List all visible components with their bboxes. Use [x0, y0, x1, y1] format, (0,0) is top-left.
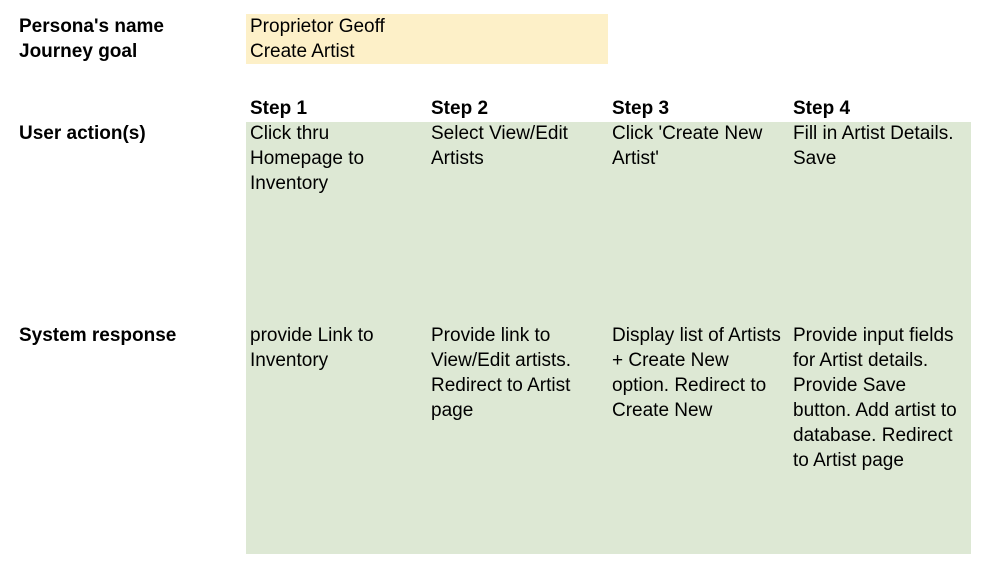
- step-3-system-response: Display list of Artists + Create New opt…: [612, 325, 781, 421]
- journey-goal-value: Create Artist: [250, 41, 355, 62]
- user-action-row-label: User action(s): [19, 123, 146, 144]
- step-2-user-action: Select View/Edit Artists: [431, 123, 568, 169]
- step-2-system-response: Provide link to View/Edit artists. Redir…: [431, 325, 572, 421]
- persona-name-label: Persona's name: [19, 16, 164, 37]
- system-response-row-label: System response: [19, 325, 177, 346]
- step-3-header: Step 3: [612, 98, 670, 119]
- journey-goal-label: Journey goal: [19, 41, 138, 62]
- step-3-user-action: Click 'Create New Artist': [612, 123, 763, 169]
- step-4-user-action: Fill in Artist Details. Save: [793, 123, 954, 169]
- step-1-header: Step 1: [250, 98, 308, 119]
- step-4-header: Step 4: [793, 98, 851, 119]
- persona-name-value: Proprietor Geoff: [250, 16, 385, 37]
- step-2-header: Step 2: [431, 98, 489, 119]
- step-4-system-response: Provide input fields for Artist details.…: [793, 325, 957, 471]
- step-1-system-response: provide Link to Inventory: [250, 325, 374, 371]
- step-1-user-action: Click thru Homepage to Inventory: [250, 123, 365, 194]
